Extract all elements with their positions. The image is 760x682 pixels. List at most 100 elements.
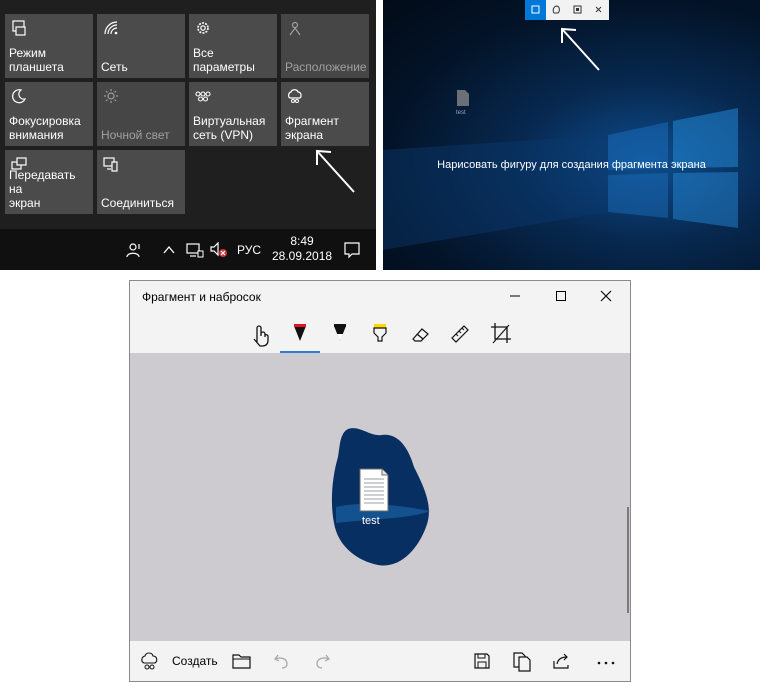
tile-night-light[interactable]: Ночной свет	[97, 82, 185, 146]
share-button[interactable]	[550, 649, 574, 673]
ink-toolbar	[130, 311, 630, 353]
close-icon	[595, 6, 602, 13]
snip-file-label: test	[362, 515, 380, 527]
clock-date: 28.09.2018	[272, 249, 333, 263]
bottom-bar: Создать	[130, 641, 630, 681]
save-button[interactable]	[470, 649, 494, 673]
tile-label: Все параметры	[193, 46, 255, 74]
touch-writing-button[interactable]	[240, 317, 280, 351]
people-icon[interactable]	[126, 242, 142, 258]
tile-vpn[interactable]: Виртуальная сеть (VPN)	[189, 82, 277, 146]
freeform-snip-button[interactable]	[546, 0, 567, 20]
create-button[interactable]: Создать	[138, 649, 228, 673]
minimize-icon	[510, 295, 520, 297]
notification-icon[interactable]	[343, 241, 361, 259]
freeform-snip-image	[331, 428, 430, 566]
pointer-arrow	[316, 149, 355, 193]
tile-label: Передавать на экран	[9, 168, 76, 210]
tile-network[interactable]: Сеть	[97, 14, 185, 78]
tile-label: Соединиться	[101, 196, 175, 210]
ballpoint-pen-button[interactable]	[280, 317, 320, 353]
tile-focus-assist[interactable]: Фокусировка внимания	[5, 82, 93, 146]
desktop-file-label: test	[456, 110, 466, 116]
connect-icon	[103, 157, 118, 172]
tile-label: Режим планшета	[9, 46, 64, 74]
crop-icon	[491, 323, 511, 344]
touch-writing-icon	[253, 325, 269, 347]
tile-label: Расположение	[285, 60, 367, 74]
close-icon	[600, 290, 612, 302]
brightness-icon	[104, 89, 118, 103]
clock-time: 8:49	[290, 234, 314, 248]
highlighter-button[interactable]	[360, 317, 400, 351]
pencil-icon	[334, 324, 346, 341]
moon-icon	[12, 89, 27, 104]
language-indicator[interactable]: РУС	[237, 243, 261, 257]
desktop-snip-mode: test Нарисовать фигуру для создания фраг…	[383, 0, 760, 270]
more-icon	[597, 661, 615, 665]
redo-button[interactable]	[310, 649, 334, 673]
redo-icon	[316, 654, 330, 669]
window-snip-icon	[573, 5, 582, 14]
share-icon	[553, 653, 569, 669]
undo-button[interactable]	[270, 649, 294, 673]
freeform-snip-icon	[552, 5, 560, 14]
pencil-button[interactable]	[320, 317, 360, 351]
screen-snip-icon	[141, 652, 158, 670]
folder-icon	[232, 654, 251, 669]
ruler-icon	[451, 325, 469, 343]
chevron-up-icon[interactable]	[163, 245, 175, 255]
network-wired-icon[interactable]	[186, 242, 204, 258]
screen-snip-icon	[288, 89, 302, 103]
tile-label: Ночной свет	[101, 128, 170, 142]
eraser-button[interactable]	[400, 317, 440, 351]
snip-instruction-text: Нарисовать фигуру для создания фрагмента…	[437, 159, 706, 171]
window-snip-button[interactable]	[567, 0, 588, 20]
ruler-button[interactable]	[440, 317, 480, 351]
tile-screen-snip[interactable]: Фрагмент экрана	[281, 82, 369, 146]
rectangular-snip-icon	[531, 5, 540, 14]
snip-toolbar	[525, 0, 609, 20]
more-options-button[interactable]	[592, 649, 620, 673]
taskbar: РУС 8:49 28.09.2018	[0, 229, 376, 270]
maximize-icon	[556, 291, 566, 301]
eraser-icon	[412, 328, 429, 342]
window-title: Фрагмент и набросок	[142, 290, 261, 304]
crop-button[interactable]	[480, 317, 520, 351]
volume-muted-icon[interactable]	[210, 242, 228, 258]
undo-icon	[274, 654, 288, 669]
snip-canvas[interactable]: test	[130, 353, 630, 641]
snip-sketch-window: Фрагмент и набросок test Создать	[129, 280, 631, 682]
save-icon	[474, 653, 490, 669]
wifi-icon	[104, 21, 118, 35]
tile-label: Сеть	[101, 60, 128, 74]
gear-icon	[197, 22, 209, 34]
tile-project[interactable]: Передавать на экран	[5, 150, 93, 214]
minimize-button[interactable]	[500, 285, 530, 307]
copy-icon	[513, 652, 531, 672]
file-icon	[457, 90, 469, 106]
highlighter-icon	[373, 324, 387, 342]
vertical-scrollbar[interactable]	[627, 507, 629, 613]
pointer-arrow	[561, 27, 600, 71]
tile-all-settings[interactable]: Все параметры	[189, 14, 277, 78]
clock[interactable]: 8:49 28.09.2018	[272, 234, 332, 264]
open-file-button[interactable]	[230, 649, 254, 673]
tile-label: Фокусировка внимания	[9, 114, 81, 142]
action-center-panel: Режим планшета Сеть Все параметры Распол…	[0, 0, 376, 270]
create-label: Создать	[172, 654, 218, 668]
tile-location[interactable]: Расположение	[281, 14, 369, 78]
location-icon	[289, 21, 301, 36]
tile-label: Фрагмент экрана	[285, 114, 339, 142]
tile-label: Виртуальная сеть (VPN)	[193, 114, 266, 142]
tablet-mode-icon	[12, 20, 26, 36]
maximize-button[interactable]	[546, 285, 576, 307]
tile-tablet-mode[interactable]: Режим планшета	[5, 14, 93, 78]
close-button[interactable]	[591, 285, 621, 307]
close-snip-button[interactable]	[588, 0, 609, 20]
tile-connect[interactable]: Соединиться	[97, 150, 185, 214]
copy-button[interactable]	[510, 649, 534, 673]
ballpoint-pen-icon	[294, 324, 306, 341]
rectangular-snip-button[interactable]	[525, 0, 546, 20]
vpn-icon	[195, 91, 211, 102]
